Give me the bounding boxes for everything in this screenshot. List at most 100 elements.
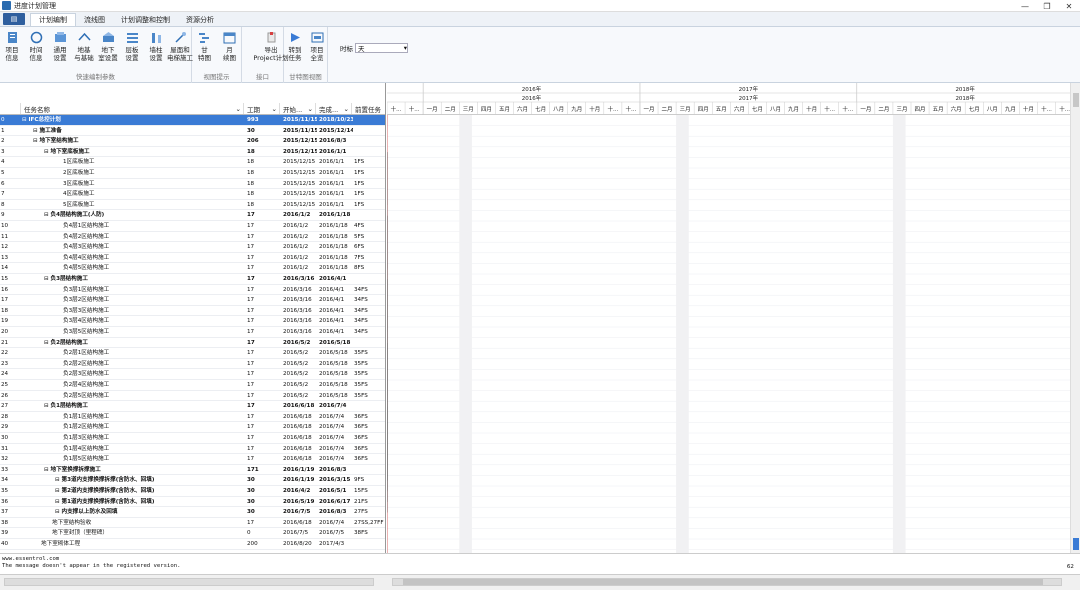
task-name[interactable]: 2区底板施工 [22, 168, 244, 178]
table-row[interactable]: 2 ⊟ 地下室结构施工 206 2015/12/15 2016/8/3 [0, 136, 385, 147]
maximize-button[interactable]: ❐ [1036, 0, 1058, 12]
gantt-hscroll-thumb[interactable] [403, 579, 1043, 585]
roof-elevator-button[interactable]: 屋面和 电梯施工 [167, 29, 193, 69]
task-name[interactable]: 负2层4区结构施工 [22, 380, 244, 390]
close-button[interactable]: ✕ [1058, 0, 1080, 12]
task-name[interactable]: ⊟ 负1层结构施工 [22, 401, 244, 411]
task-name[interactable]: 负4层3区结构施工 [22, 242, 244, 252]
timescale-select[interactable]: 天 ▾ [355, 43, 408, 53]
grid-hscroll[interactable] [4, 578, 374, 586]
task-name[interactable]: 地下室封顶（里程碑） [22, 528, 244, 538]
task-name[interactable]: 地下室砌体工程 [22, 539, 244, 549]
basement-button[interactable]: 地下 室设置 [98, 29, 118, 69]
table-row[interactable]: 39 地下室封顶（里程碑） 0 2016/7/5 2016/7/5 38FS [0, 528, 385, 539]
general-settings-button[interactable]: 通用 设置 [51, 29, 69, 69]
task-name[interactable]: 负4层2区结构施工 [22, 232, 244, 242]
task-name[interactable]: 负3层5区结构施工 [22, 327, 244, 337]
table-row[interactable]: 9 ⊟ 负4层结构施工(人防) 17 2016/1/2 2016/1/18 [0, 210, 385, 221]
table-row[interactable]: 26 负2层5区结构施工 17 2016/5/2 2016/5/18 35FS [0, 391, 385, 402]
table-row[interactable]: 7 4区底板施工 18 2015/12/15 2016/1/1 1FS [0, 189, 385, 200]
table-row[interactable]: 20 负3层5区结构施工 17 2016/3/16 2016/4/1 34FS [0, 327, 385, 338]
table-row[interactable]: 36 ⊟ 第1道内支撑换撑拆撑(含防水、回填) 30 2016/5/19 2016/6/… [0, 497, 385, 508]
gantt-chart[interactable]: 2016年 2016年 2017年 2017年 2018年 2018年 十... 十... 一月… [387, 83, 1070, 553]
table-row[interactable]: 1 ⊟ 施工准备 30 2015/11/15 2015/12/14 [0, 126, 385, 137]
table-row[interactable]: 17 负3层2区结构施工 17 2016/3/16 2016/4/1 34FS [0, 295, 385, 306]
table-row[interactable]: 30 负1层3区结构施工 17 2016/6/18 2016/7/4 36FS [0, 433, 385, 444]
task-name[interactable]: ⊟ 施工准备 [22, 126, 244, 136]
menu-tab[interactable]: 资源分析 [178, 13, 222, 26]
menu-tab[interactable]: 流线图 [76, 13, 113, 26]
table-row[interactable]: 4 1区底板施工 18 2015/12/15 2016/1/1 1FS [0, 157, 385, 168]
task-name[interactable]: 负3层1区结构施工 [22, 285, 244, 295]
task-name[interactable]: ⊟ 负4层结构施工(人防) [22, 210, 244, 220]
table-row[interactable]: 29 负1层2区结构施工 17 2016/6/18 2016/7/4 36FS [0, 422, 385, 433]
table-row[interactable]: 37 ⊟ 内支撑以上防水及回填 30 2016/7/5 2016/8/3 27FS [0, 507, 385, 518]
gantt-hscroll[interactable] [392, 578, 1062, 586]
task-name[interactable]: 负4层4区结构施工 [22, 253, 244, 263]
task-name[interactable]: ⊟ 第1道内支撑换撑拆撑(含防水、回填) [22, 497, 244, 507]
table-row[interactable]: 14 负4层5区结构施工 17 2016/1/2 2016/1/18 8FS [0, 263, 385, 274]
table-row[interactable]: 21 ⊟ 负2层结构施工 17 2016/5/2 2016/5/18 [0, 338, 385, 349]
table-row[interactable]: 6 3区底板施工 18 2015/12/15 2016/1/1 1FS [0, 179, 385, 190]
task-name[interactable]: 负1层2区结构施工 [22, 422, 244, 432]
table-row[interactable]: 31 负1层4区结构施工 17 2016/6/18 2016/7/4 36FS [0, 444, 385, 455]
table-row[interactable]: 38 地下室结构验收 17 2016/6/18 2016/7/4 27SS,27FF [0, 518, 385, 529]
task-name[interactable]: 负1层1区结构施工 [22, 412, 244, 422]
floor-slab-button[interactable]: 层板 设置 [123, 29, 141, 69]
task-name[interactable]: 负1层4区结构施工 [22, 444, 244, 454]
table-row[interactable]: 16 负3层1区结构施工 17 2016/3/16 2016/4/1 34FS [0, 285, 385, 296]
table-row[interactable]: 25 负2层4区结构施工 17 2016/5/2 2016/5/18 35FS [0, 380, 385, 391]
foundation-button[interactable]: 地基 与基础 [74, 29, 94, 69]
task-name[interactable]: ⊟ 地下室底板施工 [22, 147, 244, 157]
menu-tab[interactable]: 计划调整和控制 [113, 13, 178, 26]
wall-column-button[interactable]: 墙柱 设置 [147, 29, 165, 69]
column-header[interactable]: 前置任务 [353, 103, 385, 114]
task-name[interactable]: ⊟ 第2道内支撑换撑拆撑(含防水、回填) [22, 486, 244, 496]
task-name[interactable]: ⊟ IFC总控计划 [22, 115, 244, 125]
task-name[interactable]: 负2层1区结构施工 [22, 348, 244, 358]
table-row[interactable]: 40 地下室砌体工程 200 2016/8/20 2017/4/3 [0, 539, 385, 550]
column-header[interactable] [1, 103, 21, 114]
table-row[interactable]: 5 2区底板施工 18 2015/12/15 2016/1/1 1FS [0, 168, 385, 179]
table-row[interactable]: 0 ⊟ IFC总控计划 993 2015/11/15 2018/10/23 [0, 115, 385, 126]
vertical-scrollbar[interactable] [1070, 83, 1080, 553]
task-name[interactable]: 4区底板施工 [22, 189, 244, 199]
task-name[interactable]: 负3层2区结构施工 [22, 295, 244, 305]
column-header[interactable]: 任务名称 ⌄ [22, 103, 244, 114]
gantt-button[interactable]: 甘 特图 [196, 29, 214, 69]
task-name[interactable]: 5区底板施工 [22, 200, 244, 210]
table-row[interactable]: 11 负4层2区结构施工 17 2016/1/2 2016/1/18 5FS [0, 232, 385, 243]
task-name[interactable]: ⊟ 负2层结构施工 [22, 338, 244, 348]
task-name[interactable]: ⊟ 内支撑以上防水及回填 [22, 507, 244, 517]
task-name[interactable]: ⊟ 第3道内支撑换撑拆撑(含防水、回填) [22, 475, 244, 485]
task-name[interactable]: 负2层2区结构施工 [22, 359, 244, 369]
table-row[interactable]: 24 负2层3区结构施工 17 2016/5/2 2016/5/18 35FS [0, 369, 385, 380]
task-name[interactable]: ⊟ 地下室结构施工 [22, 136, 244, 146]
table-row[interactable]: 12 负4层3区结构施工 17 2016/1/2 2016/1/18 6FS [0, 242, 385, 253]
table-row[interactable]: 10 负4层1区结构施工 17 2016/1/2 2016/1/18 4FS [0, 221, 385, 232]
table-row[interactable]: 22 负2层1区结构施工 17 2016/5/2 2016/5/18 35FS [0, 348, 385, 359]
task-name[interactable]: 负1层3区结构施工 [22, 433, 244, 443]
table-row[interactable]: 33 ⊟ 地下室换撑拆撑施工 171 2016/1/19 2016/8/3 [0, 465, 385, 476]
table-row[interactable]: 32 负1层5区结构施工 17 2016/6/18 2016/7/4 36FS [0, 454, 385, 465]
task-name[interactable]: 负2层3区结构施工 [22, 369, 244, 379]
table-row[interactable]: 27 ⊟ 负1层结构施工 17 2016/6/18 2016/7/4 [0, 401, 385, 412]
goto-task-button[interactable]: 转到 任务 [286, 29, 304, 69]
file-menu-button[interactable]: ▤ [3, 13, 25, 25]
task-name[interactable]: 负1层5区结构施工 [22, 454, 244, 464]
project-info-button[interactable]: 项目 信息 [3, 29, 21, 69]
column-header[interactable]: 完成... ⌄ [317, 103, 352, 114]
table-row[interactable]: 28 负1层1区结构施工 17 2016/6/18 2016/7/4 36FS [0, 412, 385, 423]
table-row[interactable]: 8 5区底板施工 18 2015/12/15 2016/1/1 1FS [0, 200, 385, 211]
table-row[interactable]: 15 ⊟ 负3层结构施工 17 2016/3/16 2016/4/1 [0, 274, 385, 285]
table-row[interactable]: 3 ⊟ 地下室底板施工 18 2015/12/15 2016/1/1 [0, 147, 385, 158]
task-name[interactable]: 1区底板施工 [22, 157, 244, 167]
horizontal-scrollbar[interactable] [0, 574, 1080, 590]
task-name[interactable]: 负4层5区结构施工 [22, 263, 244, 273]
table-row[interactable]: 13 负4层4区结构施工 17 2016/1/2 2016/1/18 7FS [0, 253, 385, 264]
table-row[interactable]: 23 负2层2区结构施工 17 2016/5/2 2016/5/18 35FS [0, 359, 385, 370]
task-name[interactable]: 3区底板施工 [22, 179, 244, 189]
column-header[interactable]: 工期 ⌄ [245, 103, 280, 114]
task-name[interactable]: 地下室结构验收 [22, 518, 244, 528]
minimize-button[interactable]: — [1014, 0, 1036, 12]
